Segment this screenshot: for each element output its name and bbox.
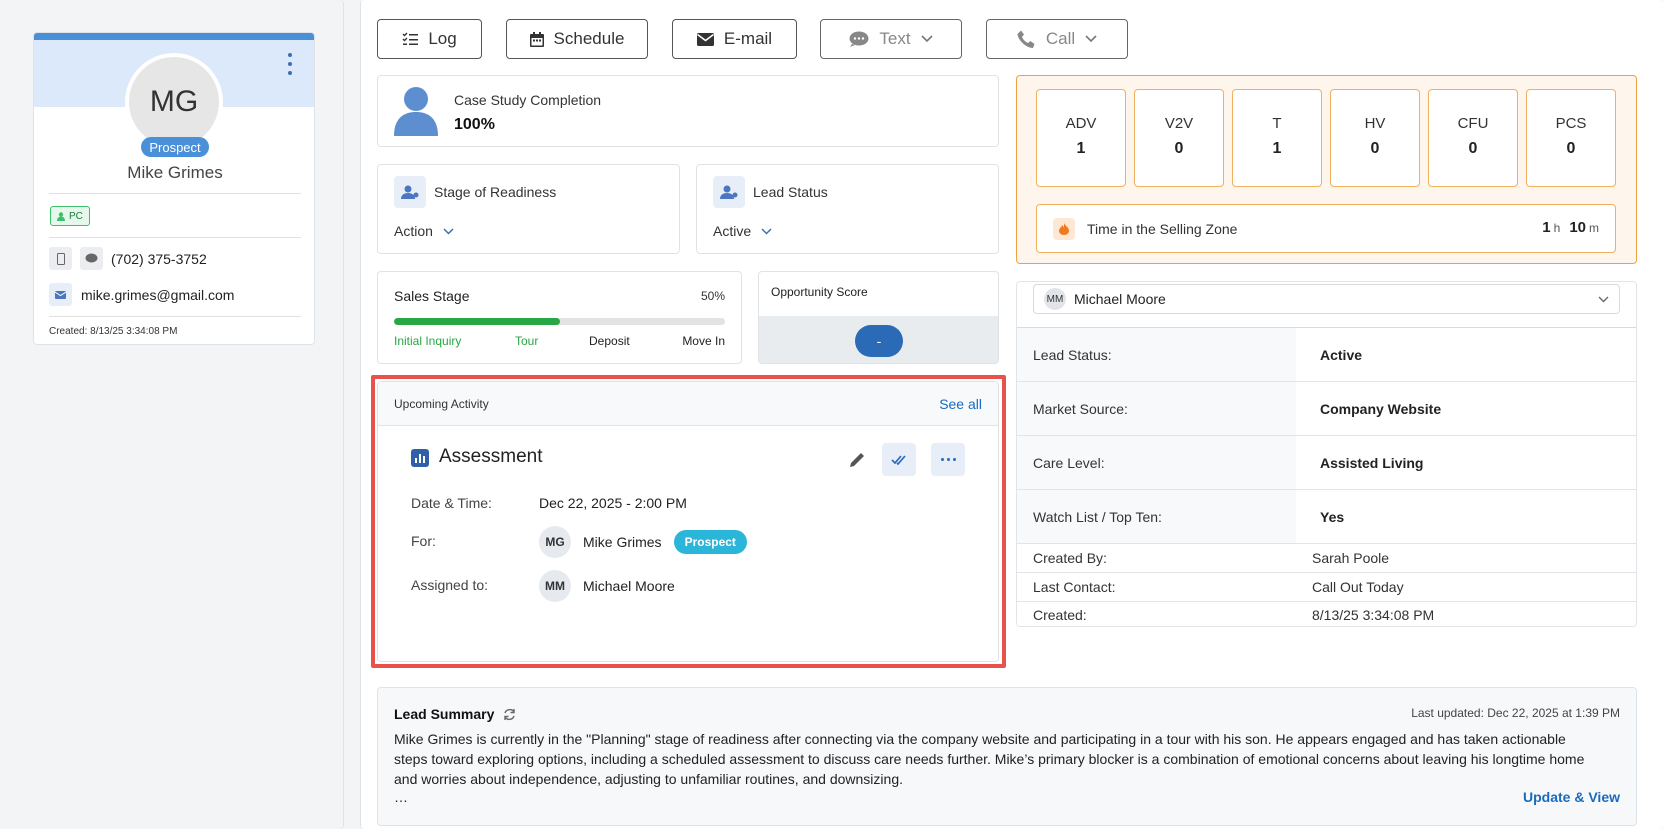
chart-icon: [411, 449, 429, 467]
stat-v2v[interactable]: V2V 0: [1134, 89, 1224, 187]
refresh-icon[interactable]: [503, 708, 516, 721]
sales-stage-step: Tour: [515, 334, 539, 348]
sales-stage-percent: 50%: [700, 289, 725, 303]
detail-row: Lead Status: Active: [1017, 327, 1636, 381]
selling-zone: Time in the Selling Zone 1 h 10 m: [1036, 204, 1616, 253]
sales-stage-card: Sales Stage 50% Initial Inquiry Tour Dep…: [377, 271, 742, 364]
sales-stage-step: Deposit: [589, 334, 630, 348]
log-button[interactable]: Log: [377, 19, 482, 59]
for-name[interactable]: Mike Grimes: [583, 534, 662, 550]
profile-name: Mike Grimes: [127, 163, 223, 182]
calendar-icon: [529, 31, 544, 47]
detail-row: Market Source: Company Website: [1017, 381, 1636, 435]
prospect-badge: Prospect: [141, 137, 209, 157]
chevron-down-icon: [921, 35, 933, 43]
activity-title: Assessment: [439, 446, 543, 467]
sales-stage-step: Initial Inquiry: [394, 334, 462, 348]
date-value: Dec 22, 2025 - 2:00 PM: [539, 495, 687, 511]
person-gear-icon: [394, 176, 426, 208]
stage-of-readiness-label: Stage of Readiness: [434, 184, 557, 200]
email-address[interactable]: mike.grimes@gmail.com: [81, 287, 234, 303]
lead-summary-card: Lead Summary Last updated: Dec 22, 2025 …: [377, 687, 1637, 826]
owner-select[interactable]: MM Michael Moore: [1033, 284, 1620, 314]
for-label: For:: [411, 533, 436, 549]
double-check-icon: [891, 454, 906, 465]
email-button[interactable]: E-mail: [672, 19, 797, 59]
phone-number[interactable]: (702) 375-3752: [111, 251, 207, 267]
pc-tag: PC: [50, 206, 90, 226]
stat-pcs[interactable]: PCS 0: [1526, 89, 1616, 187]
stats-panel: ADV 1 V2V 0 T1 HV 0 CFU 0 PCS 0 Time in the S…: [1016, 75, 1637, 264]
person-icon: [394, 87, 438, 136]
person-gear-icon: [713, 176, 745, 208]
opportunity-score-value[interactable]: -: [855, 325, 903, 357]
stat-hv[interactable]: HV 0: [1330, 89, 1420, 187]
assigned-name[interactable]: Michael Moore: [583, 578, 675, 594]
detail-row: Created: 8/13/25 3:34:08 PM: [1017, 601, 1636, 626]
details-panel: MM Michael Moore Lead Status: Active Mark…: [1016, 281, 1637, 627]
profile-card: MG Prospect Mike Grimes PC (702) 375-375…: [33, 32, 315, 345]
call-button[interactable]: Call: [986, 19, 1128, 59]
lead-summary-title: Lead Summary: [394, 706, 495, 722]
lead-summary-ellipsis: …: [394, 789, 408, 805]
detail-row: Care Level: Assisted Living: [1017, 435, 1636, 489]
assigned-label: Assigned to:: [411, 577, 489, 593]
detail-row: Watch List / Top Ten: Yes: [1017, 489, 1636, 543]
stage-of-readiness-select[interactable]: Action: [394, 223, 454, 239]
prospect-badge: Prospect: [673, 530, 747, 554]
selling-zone-time: 1 h 10 m: [1542, 219, 1599, 236]
stage-of-readiness-card: Stage of Readiness Action: [377, 164, 680, 254]
case-study-card: Case Study Completion 100%: [377, 75, 999, 147]
case-study-value: 100%: [454, 116, 495, 133]
mobile-icon[interactable]: [49, 247, 72, 270]
sales-stage-label: Sales Stage: [394, 288, 470, 304]
detail-row: Created By: Sarah Poole: [1017, 543, 1636, 572]
email-icon[interactable]: [49, 283, 72, 306]
more-icon[interactable]: [284, 53, 296, 75]
person-icon: [57, 211, 65, 221]
checklist-icon: [402, 32, 419, 45]
case-study-label: Case Study Completion: [454, 92, 602, 108]
text-button[interactable]: Text: [820, 19, 962, 59]
chevron-down-icon: [1598, 296, 1609, 302]
lead-status-select[interactable]: Active: [713, 223, 772, 239]
lead-summary-text: Mike Grimes is currently in the "Plannin…: [394, 731, 1585, 787]
selling-zone-label: Time in the Selling Zone: [1087, 221, 1238, 237]
envelope-icon: [696, 32, 714, 46]
opportunity-score-label: Opportunity Score: [771, 285, 868, 299]
sales-stage-progress-fill: [394, 318, 560, 325]
sms-icon[interactable]: [80, 247, 103, 270]
sales-stage-step: Move In: [682, 334, 725, 348]
avatar: MG: [539, 526, 571, 558]
pencil-icon[interactable]: [849, 451, 866, 468]
upcoming-activity-card: Upcoming Activity See all Assessment Dat…: [377, 381, 999, 662]
created-date: Created: 8/13/25 3:34:08 PM: [49, 326, 178, 337]
upcoming-activity-title: Upcoming Activity: [394, 397, 489, 411]
stat-t[interactable]: T1: [1232, 89, 1322, 187]
lead-status-label: Lead Status: [753, 184, 828, 200]
phone-icon: [1017, 30, 1035, 48]
opportunity-score-card: Opportunity Score -: [758, 271, 999, 364]
avatar: MM: [539, 570, 571, 602]
see-all-link[interactable]: See all: [939, 396, 982, 412]
update-view-link[interactable]: Update & View: [1523, 789, 1620, 805]
stat-adv[interactable]: ADV 1: [1036, 89, 1126, 187]
date-label: Date & Time:: [411, 495, 492, 511]
sales-stage-progress-track: [394, 318, 725, 325]
last-updated: Last updated: Dec 22, 2025 at 1:39 PM: [1411, 706, 1620, 720]
more-options-button[interactable]: [931, 443, 965, 476]
detail-row: Last Contact: Call Out Today: [1017, 572, 1636, 601]
avatar: MM: [1044, 288, 1066, 310]
stat-cfu[interactable]: CFU 0: [1428, 89, 1518, 187]
fire-icon: [1053, 218, 1075, 240]
schedule-button[interactable]: Schedule: [506, 19, 648, 59]
chevron-down-icon: [761, 227, 772, 235]
complete-button[interactable]: [882, 443, 916, 476]
chevron-down-icon: [1085, 35, 1097, 43]
lead-status-card: Lead Status Active: [696, 164, 999, 254]
chevron-down-icon: [443, 227, 454, 235]
chat-icon: [849, 31, 869, 47]
